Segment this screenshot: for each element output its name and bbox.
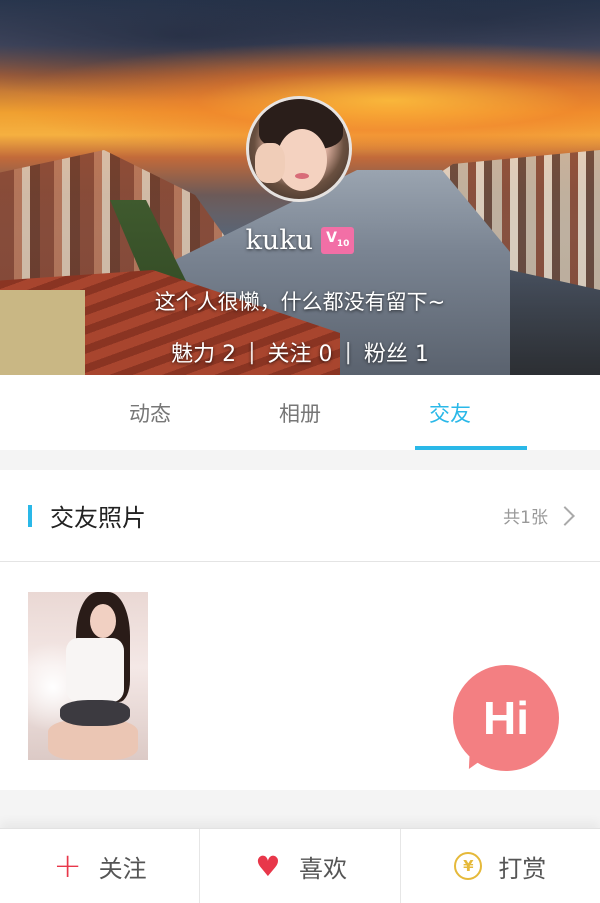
name-row: kuku V10 [0, 225, 600, 256]
user-name: kuku [245, 225, 314, 256]
photo-legs [60, 700, 130, 726]
profile-tabs: 动态 相册 交友 [0, 375, 600, 450]
say-hi-button[interactable]: Hi [453, 665, 559, 771]
avatar[interactable] [246, 96, 352, 202]
section-accent-bar [28, 504, 32, 527]
tab-moments[interactable]: 动态 [75, 375, 225, 450]
stat-divider: | [344, 339, 352, 365]
section-title: 交友照片 [50, 504, 146, 532]
stat-following[interactable]: 关注 0 [268, 336, 333, 368]
reward-label: 打赏 [498, 854, 547, 883]
hi-label: Hi [483, 692, 529, 744]
tab-dating[interactable]: 交友 [375, 375, 527, 450]
like-label: 喜欢 [298, 854, 347, 883]
photo-face [90, 604, 116, 638]
chevron-right-icon [555, 505, 575, 526]
profile-header: kuku V10 这个人很懒，什么都没有留下~ 魅力 2 | 关注 0 | 粉丝… [0, 0, 600, 375]
vip-badge: V10 [321, 226, 355, 255]
follow-button[interactable]: + 关注 [0, 829, 201, 903]
photo-skin [48, 720, 138, 760]
plus-icon: + [53, 846, 82, 886]
stat-charm[interactable]: 魅力 2 [171, 336, 236, 368]
tab-album[interactable]: 相册 [225, 375, 375, 450]
avatar-lip [295, 173, 309, 179]
friend-photos-header[interactable]: 交友照片 共1张 [0, 470, 600, 562]
reward-button[interactable]: ¥ 打赏 [401, 829, 600, 903]
bottom-action-bar: + 关注 ♥ 喜欢 ¥ 打赏 [0, 828, 600, 903]
friend-photos-section: 交友照片 共1张 Hi [0, 470, 600, 790]
user-bio: 这个人很懒，什么都没有留下~ [154, 290, 446, 314]
coin-icon: ¥ [454, 852, 483, 880]
heart-icon: ♥ [255, 849, 281, 883]
photo-count: 共1张 [503, 508, 548, 528]
follow-label: 关注 [98, 854, 147, 883]
like-button[interactable]: ♥ 喜欢 [200, 829, 401, 903]
avatar-hand [255, 143, 285, 183]
user-stats: 魅力 2 | 关注 0 | 粉丝 1 [0, 336, 600, 368]
friend-photo-thumbnail[interactable] [28, 592, 148, 760]
vip-level: 10 [336, 238, 350, 249]
photo-shirt [66, 638, 124, 702]
stat-fans[interactable]: 粉丝 1 [364, 336, 429, 368]
stat-divider: | [248, 339, 256, 365]
vip-badge-letter: V [326, 229, 337, 246]
